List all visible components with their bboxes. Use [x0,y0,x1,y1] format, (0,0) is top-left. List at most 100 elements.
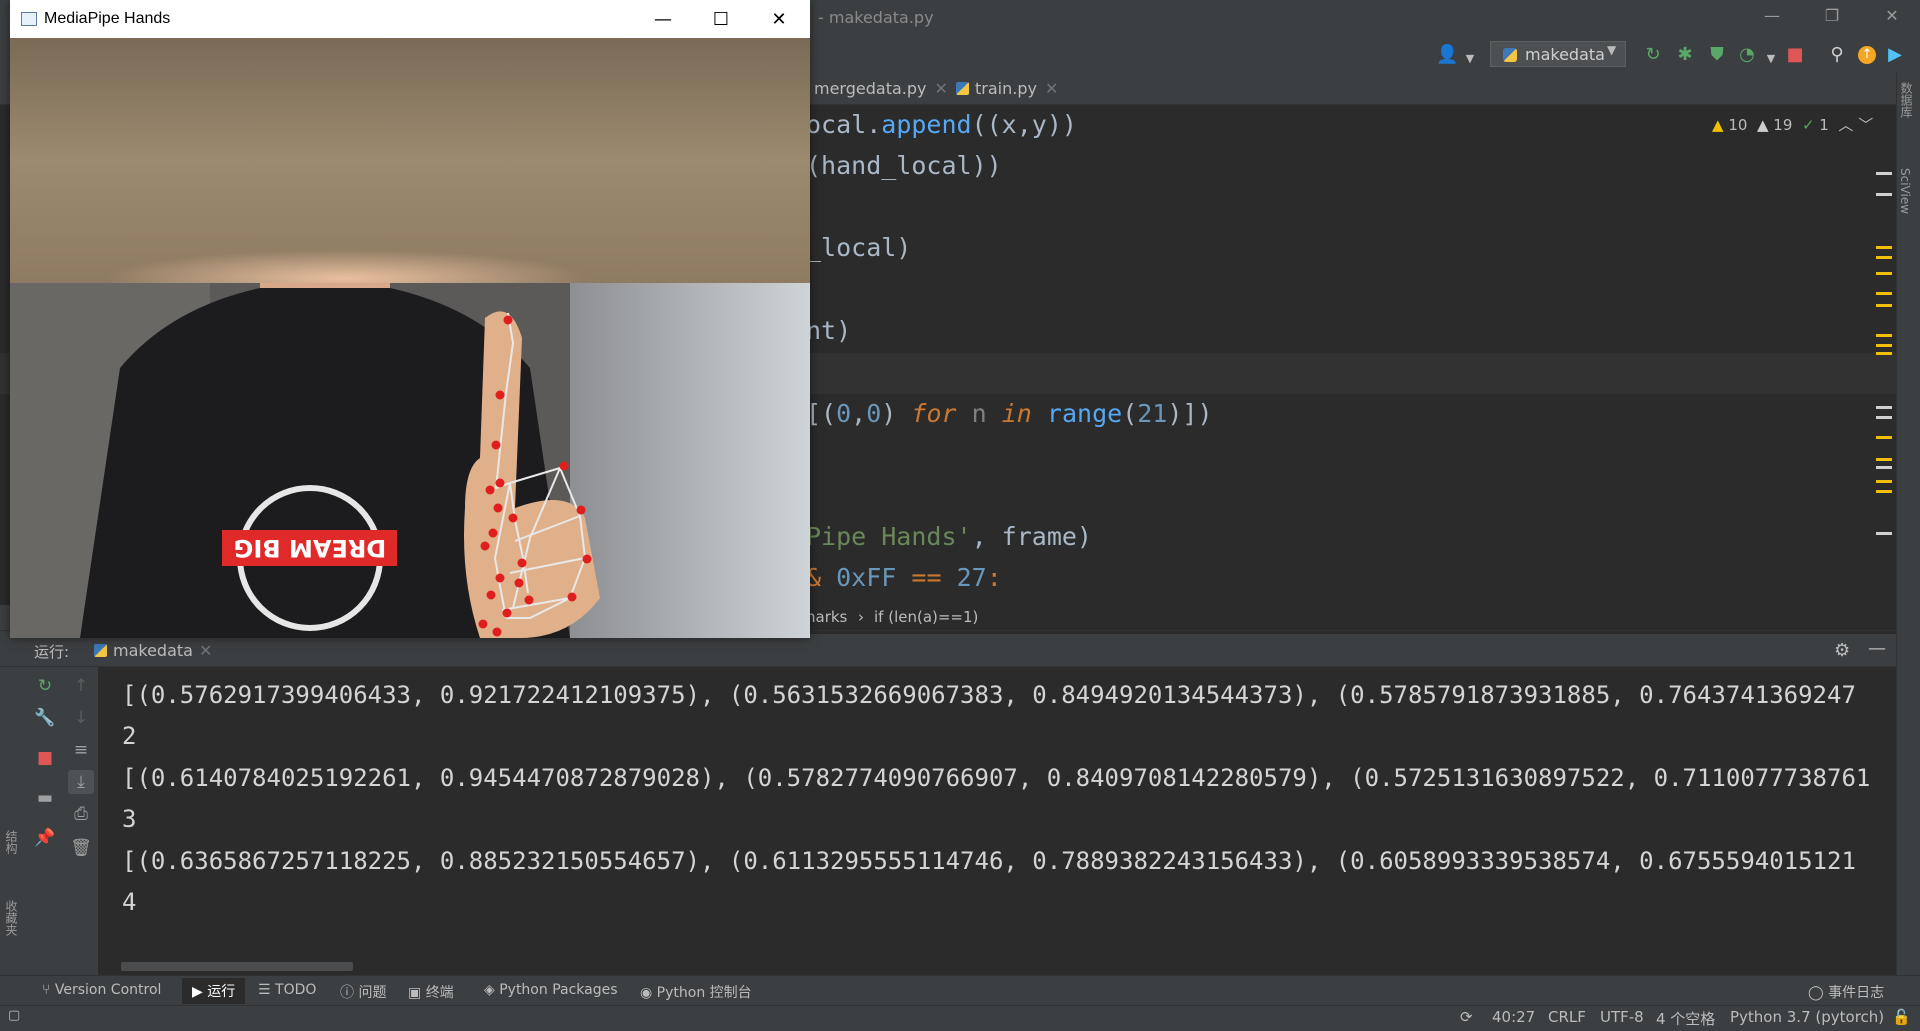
stripe-mark[interactable] [1876,458,1892,461]
tab-terminal[interactable]: ▣ 终端 [408,982,454,1002]
soft-wrap-icon[interactable]: ≡ [68,738,94,762]
breadcrumb-item[interactable]: narks [806,608,847,626]
stripe-mark[interactable] [1876,334,1892,337]
warning-count: 10 [1728,116,1748,134]
plugin-icon[interactable]: ▶ [1884,44,1906,66]
console-output[interactable]: [(0.5762917399406433, 0.921722412109375)… [98,667,1880,975]
mediapipe-maximize-button[interactable]: ☐ [698,6,744,34]
favorites-tool-label[interactable]: 收藏夹 [3,900,20,936]
tab-mergedata[interactable]: mergedata.py ✕ [814,79,948,98]
stop-icon[interactable]: ■ [32,746,58,770]
stripe-mark[interactable] [1876,292,1892,295]
structure-tool-label[interactable]: 结构 [3,830,20,854]
landmark-point [567,592,577,602]
horizontal-scrollbar[interactable] [121,962,353,971]
curtain [570,238,810,638]
line-separator[interactable]: CRLF [1548,1008,1586,1026]
wrench-icon[interactable]: 🔧 [32,706,58,730]
stripe-mark[interactable] [1876,352,1892,355]
debug-icon[interactable]: ✱ [1674,44,1696,66]
stripe-mark[interactable] [1876,256,1892,259]
layout-toggle-icon[interactable]: ▢ [8,1008,20,1023]
landmark-point [478,619,488,629]
arrow-up-icon[interactable]: ↑ [68,674,94,698]
console-line: 2 [122,722,137,750]
pin-icon[interactable]: 📌 [32,826,58,850]
tab-label: 问题 [358,985,387,1001]
tab-run[interactable]: ▶ 运行 [182,978,246,1004]
indent-setting[interactable]: 4 个空格 [1656,1008,1715,1029]
stripe-mark[interactable] [1876,172,1892,175]
stripe-mark[interactable] [1876,193,1892,196]
rerun-icon[interactable]: ↻ [1642,44,1664,66]
tab-python-console[interactable]: ◉ Python 控制台 [640,982,752,1002]
run-tab-makedata[interactable]: makedata ✕ [94,641,212,660]
user-icon[interactable]: 👤 [1436,44,1458,66]
ok-count: 1 [1819,116,1829,134]
profile-icon[interactable]: ◔ [1736,44,1758,66]
stripe-mark[interactable] [1876,406,1892,409]
stripe-mark[interactable] [1876,490,1892,493]
stop-icon[interactable]: ■ [1784,44,1806,66]
sync-icon[interactable]: ⟳ [1460,1008,1473,1026]
rerun-icon[interactable]: ↻ [32,674,58,698]
tab-todo[interactable]: ☰ TODO [258,982,316,998]
stripe-mark[interactable] [1876,436,1892,439]
stripe-mark[interactable] [1876,272,1892,275]
print-icon[interactable]: ⎙ [68,802,94,826]
close-icon[interactable]: ✕ [199,641,212,660]
tab-train[interactable]: train.py ✕ [956,79,1058,98]
close-icon[interactable]: ✕ [934,79,947,98]
tab-python-packages[interactable]: ◈ Python Packages [484,982,618,998]
stripe-mark[interactable] [1876,532,1892,535]
arrow-down-icon[interactable]: ↓ [68,706,94,730]
chevron-down-icon[interactable]: ▼ [1459,48,1481,70]
chevron-up-icon[interactable]: ︿ [1838,116,1853,134]
close-icon[interactable]: ✕ [1045,79,1058,98]
trash-icon[interactable]: 🗑 [68,836,94,860]
minimize-panel-icon[interactable]: — [1868,638,1886,659]
stripe-mark[interactable] [1876,246,1892,249]
scroll-to-end-icon[interactable]: ⤓ [68,770,94,794]
inspection-widget[interactable]: ▲ 10 ▲ 19 ✓ 1 ︿ ﹀ [1712,114,1873,135]
chevron-down-icon[interactable]: ▼ [1760,48,1782,70]
stripe-mark[interactable] [1876,466,1892,469]
board-glow [10,188,810,283]
stripe-mark[interactable] [1876,416,1892,419]
landmark-point [503,315,513,325]
ide-restore-button[interactable]: ❐ [1812,6,1852,30]
tab-version-control[interactable]: ⑂ Version Control [42,982,161,998]
tab-problems[interactable]: ⓘ 问题 [340,982,386,1002]
gear-icon[interactable]: ⚙ [1834,640,1850,661]
chevron-down-icon[interactable]: ﹀ [1858,116,1873,134]
console-line: [(0.6140784025192261, 0.9454470872879028… [122,764,1871,792]
coverage-icon[interactable]: ⛊ [1706,44,1728,66]
python-file-icon [94,644,107,657]
run-configuration-select[interactable]: makedata ▼ [1490,41,1626,67]
layout-icon[interactable]: ▬ [32,786,58,810]
database-tool-label[interactable]: 数据库 [1898,82,1915,118]
mediapipe-minimize-button[interactable]: — [640,6,686,34]
run-tab-label: makedata [113,641,193,660]
file-encoding[interactable]: UTF-8 [1600,1008,1644,1026]
vertical-scrollbar[interactable] [1880,667,1896,975]
mediapipe-close-button[interactable]: ✕ [756,6,802,34]
tab-label: TODO [275,982,317,998]
python-file-icon [956,82,969,95]
ide-close-button[interactable]: ✕ [1872,6,1912,30]
ide-minimize-button[interactable]: — [1752,6,1792,30]
landmark-point [495,390,505,400]
sciview-tool-label[interactable]: SciView [1898,168,1912,214]
caret-position[interactable]: 40:27 [1492,1008,1535,1026]
breadcrumb-item[interactable]: if (len(a)==1) [874,608,978,626]
code-line: Pipe Hands', frame) [806,522,1092,551]
stripe-mark[interactable] [1876,344,1892,347]
update-icon[interactable]: ↑ [1856,44,1878,66]
console-line: 4 [122,888,137,916]
lock-icon[interactable]: 🔓 [1892,1008,1911,1026]
stripe-mark[interactable] [1876,304,1892,307]
tab-event-log[interactable]: ◯ 事件日志 [1808,982,1884,1002]
python-interpreter[interactable]: Python 3.7 (pytorch) [1730,1008,1884,1026]
stripe-mark[interactable] [1876,480,1892,483]
search-icon[interactable]: ⚲ [1826,44,1848,66]
